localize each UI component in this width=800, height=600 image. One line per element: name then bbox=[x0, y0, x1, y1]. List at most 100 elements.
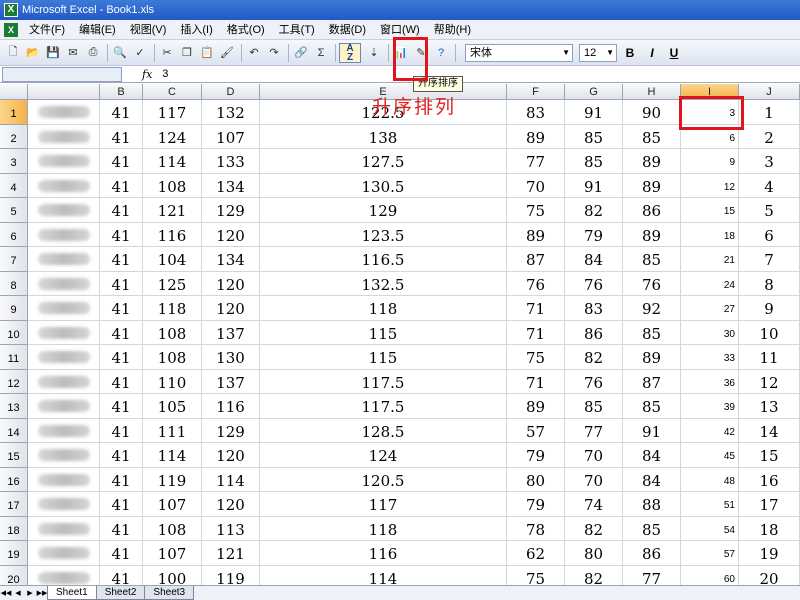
table-cell[interactable]: 129 bbox=[202, 418, 260, 443]
table-cell[interactable]: 124 bbox=[260, 443, 507, 468]
table-cell[interactable]: 45 bbox=[681, 443, 739, 468]
name-cell-blurred[interactable] bbox=[28, 173, 100, 198]
table-cell[interactable]: 116 bbox=[202, 394, 260, 419]
table-cell[interactable]: 41 bbox=[100, 394, 143, 419]
table-cell[interactable]: 5 bbox=[739, 198, 800, 223]
table-cell[interactable]: 134 bbox=[202, 173, 260, 198]
table-cell[interactable]: 108 bbox=[143, 320, 202, 345]
table-cell[interactable]: 41 bbox=[100, 418, 143, 443]
table-cell[interactable]: 18 bbox=[681, 222, 739, 247]
help-icon[interactable]: ? bbox=[432, 44, 450, 62]
table-cell[interactable]: 134 bbox=[202, 247, 260, 272]
table-cell[interactable]: 115 bbox=[260, 345, 507, 370]
table-cell[interactable]: 41 bbox=[100, 296, 143, 321]
table-cell[interactable]: 82 bbox=[565, 198, 623, 223]
table-cell[interactable]: 41 bbox=[100, 320, 143, 345]
name-cell-blurred[interactable] bbox=[28, 492, 100, 517]
row-header[interactable]: 13 bbox=[0, 394, 28, 419]
table-cell[interactable]: 79 bbox=[507, 492, 565, 517]
open-icon[interactable]: 📂 bbox=[24, 44, 42, 62]
table-cell[interactable]: 76 bbox=[623, 271, 681, 296]
hyperlink-icon[interactable]: 🔗 bbox=[292, 44, 310, 62]
new-icon[interactable]: 🗋 bbox=[4, 44, 22, 62]
table-cell[interactable]: 115 bbox=[260, 320, 507, 345]
table-cell[interactable]: 85 bbox=[623, 516, 681, 541]
table-cell[interactable]: 107 bbox=[143, 492, 202, 517]
table-cell[interactable]: 117.5 bbox=[260, 369, 507, 394]
table-cell[interactable]: 10 bbox=[739, 320, 800, 345]
table-cell[interactable]: 79 bbox=[565, 222, 623, 247]
row-header[interactable]: 19 bbox=[0, 541, 28, 566]
table-cell[interactable]: 79 bbox=[507, 443, 565, 468]
row-header[interactable]: 9 bbox=[0, 296, 28, 321]
table-cell[interactable]: 86 bbox=[565, 320, 623, 345]
row-header[interactable]: 4 bbox=[0, 173, 28, 198]
sheet-tab-1[interactable]: Sheet1 bbox=[47, 586, 97, 600]
table-cell[interactable]: 137 bbox=[202, 369, 260, 394]
row-header[interactable]: 1 bbox=[0, 100, 28, 125]
table-cell[interactable]: 119 bbox=[143, 467, 202, 492]
table-cell[interactable]: 16 bbox=[739, 467, 800, 492]
table-cell[interactable]: 116 bbox=[143, 222, 202, 247]
name-cell-blurred[interactable] bbox=[28, 541, 100, 566]
name-cell-blurred[interactable] bbox=[28, 124, 100, 149]
table-cell[interactable]: 91 bbox=[623, 418, 681, 443]
select-all-corner[interactable] bbox=[0, 84, 28, 100]
prev-sheet-icon[interactable]: ◀ bbox=[12, 589, 24, 597]
print-icon[interactable]: ⎙ bbox=[84, 44, 102, 62]
table-cell[interactable]: 88 bbox=[623, 492, 681, 517]
name-cell-blurred[interactable] bbox=[28, 345, 100, 370]
table-cell[interactable]: 70 bbox=[565, 443, 623, 468]
table-cell[interactable]: 76 bbox=[507, 271, 565, 296]
table-cell[interactable]: 89 bbox=[623, 345, 681, 370]
table-cell[interactable]: 41 bbox=[100, 541, 143, 566]
table-cell[interactable]: 15 bbox=[681, 198, 739, 223]
table-cell[interactable]: 21 bbox=[681, 247, 739, 272]
table-cell[interactable]: 71 bbox=[507, 296, 565, 321]
table-cell[interactable]: 74 bbox=[565, 492, 623, 517]
table-cell[interactable]: 116.5 bbox=[260, 247, 507, 272]
name-cell-blurred[interactable] bbox=[28, 296, 100, 321]
table-cell[interactable]: 120 bbox=[202, 296, 260, 321]
table-cell[interactable]: 27 bbox=[681, 296, 739, 321]
column-header-d[interactable]: D bbox=[202, 84, 260, 100]
menu-file[interactable]: 文件(F) bbox=[22, 20, 72, 40]
table-cell[interactable]: 92 bbox=[623, 296, 681, 321]
row-header[interactable]: 14 bbox=[0, 418, 28, 443]
table-cell[interactable]: 120 bbox=[202, 271, 260, 296]
table-cell[interactable]: 17 bbox=[739, 492, 800, 517]
table-cell[interactable]: 121 bbox=[202, 541, 260, 566]
table-cell[interactable]: 75 bbox=[507, 345, 565, 370]
table-cell[interactable]: 84 bbox=[623, 443, 681, 468]
table-cell[interactable]: 114 bbox=[143, 149, 202, 174]
table-cell[interactable]: 77 bbox=[565, 418, 623, 443]
chevron-down-icon[interactable]: ▼ bbox=[606, 45, 614, 61]
table-cell[interactable]: 75 bbox=[507, 198, 565, 223]
italic-button[interactable]: I bbox=[643, 44, 661, 62]
table-cell[interactable]: 12 bbox=[739, 369, 800, 394]
undo-icon[interactable]: ↶ bbox=[245, 44, 263, 62]
name-cell-blurred[interactable] bbox=[28, 149, 100, 174]
table-cell[interactable]: 120 bbox=[202, 222, 260, 247]
name-cell-blurred[interactable] bbox=[28, 100, 100, 125]
table-cell[interactable]: 89 bbox=[507, 222, 565, 247]
table-cell[interactable]: 33 bbox=[681, 345, 739, 370]
table-cell[interactable]: 51 bbox=[681, 492, 739, 517]
table-cell[interactable]: 84 bbox=[623, 467, 681, 492]
table-cell[interactable]: 24 bbox=[681, 271, 739, 296]
table-cell[interactable]: 1 bbox=[739, 100, 800, 125]
table-cell[interactable]: 85 bbox=[565, 394, 623, 419]
column-header-f[interactable]: F bbox=[507, 84, 565, 100]
table-cell[interactable]: 130.5 bbox=[260, 173, 507, 198]
table-cell[interactable]: 7 bbox=[739, 247, 800, 272]
name-cell-blurred[interactable] bbox=[28, 394, 100, 419]
table-cell[interactable]: 3 bbox=[739, 149, 800, 174]
table-cell[interactable]: 54 bbox=[681, 516, 739, 541]
menu-insert[interactable]: 插入(I) bbox=[173, 20, 219, 40]
table-cell[interactable]: 71 bbox=[507, 320, 565, 345]
row-header[interactable]: 10 bbox=[0, 320, 28, 345]
table-cell[interactable]: 11 bbox=[739, 345, 800, 370]
menu-tools[interactable]: 工具(T) bbox=[272, 20, 322, 40]
table-cell[interactable]: 120 bbox=[202, 443, 260, 468]
table-cell[interactable]: 137 bbox=[202, 320, 260, 345]
